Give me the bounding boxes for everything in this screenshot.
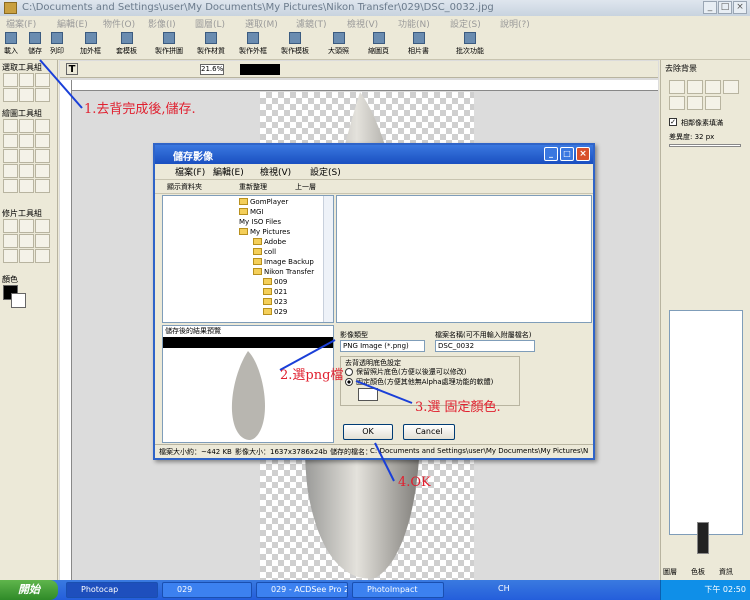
annotation-step2: 2.選png檔 — [280, 368, 344, 383]
annotation-step4: 4.OK — [398, 475, 431, 490]
task-folder-029[interactable]: 029 — [162, 582, 252, 598]
language-indicator[interactable]: CH — [498, 584, 510, 593]
arrow-step1 — [39, 59, 83, 109]
clock: 下午 02:50 — [704, 585, 746, 594]
annotation-arrows — [39, 59, 413, 482]
taskbar: 開始 Photocap 029 029 - ACDSee Pro 2.5 Pho… — [0, 580, 750, 600]
arrow-step4 — [374, 442, 395, 482]
task-acdsee[interactable]: 029 - ACDSee Pro 2.5 — [256, 582, 348, 598]
system-tray: 下午 02:50 — [660, 580, 750, 600]
arrow-step3 — [355, 380, 413, 404]
task-photoimpact[interactable]: PhotoImpact — [352, 582, 444, 598]
task-photocap[interactable]: Photocap — [66, 582, 158, 598]
start-button[interactable]: 開始 — [0, 580, 58, 600]
annotation-step1: 1.去背完成後,儲存. — [84, 102, 196, 117]
annotation-step3: 3.選 固定顏色. — [415, 400, 501, 415]
